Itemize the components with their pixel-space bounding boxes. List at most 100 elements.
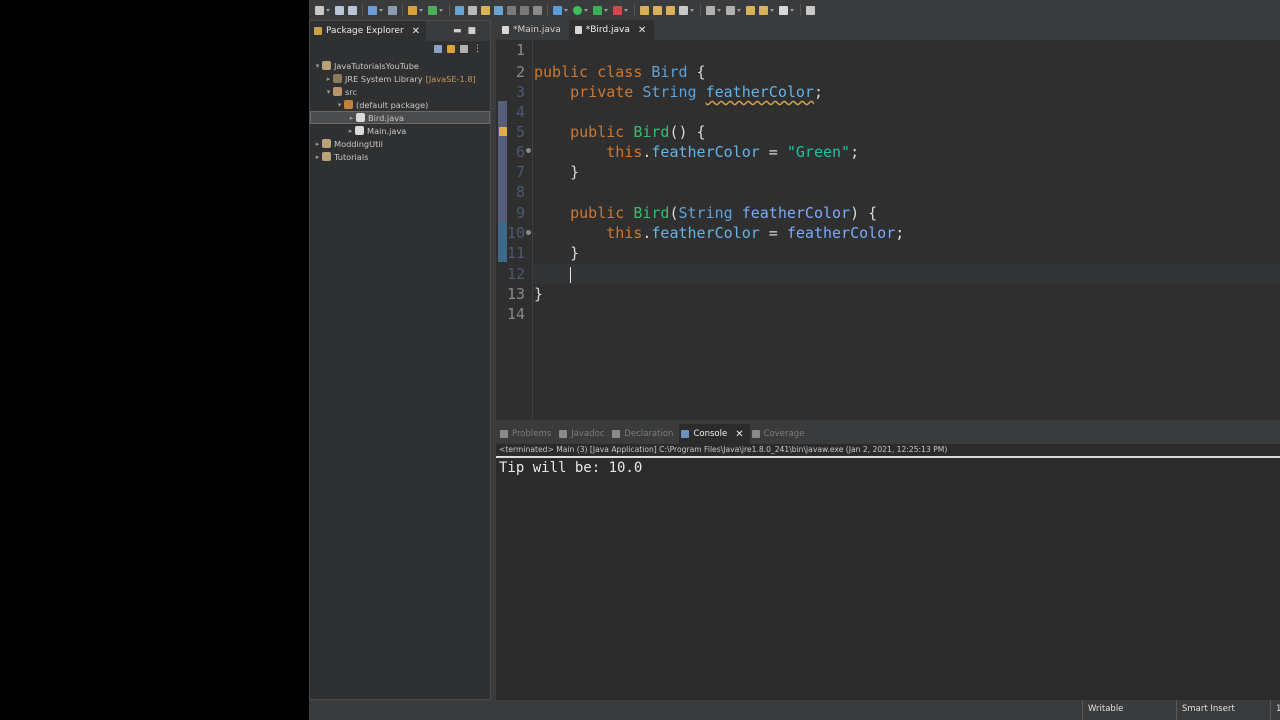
line-number: 4 bbox=[515, 103, 525, 121]
code-line-6: this.featherColor = "Green"; bbox=[606, 143, 860, 161]
show-whitespace-icon[interactable] bbox=[520, 5, 529, 15]
tab-console[interactable]: Console ✕ bbox=[679, 424, 750, 444]
new-icon[interactable] bbox=[315, 5, 324, 15]
code-area[interactable]: 1 2 3 4 5 6 7 8 9 10 11 12 13 14 public class Bird { … bbox=[496, 40, 1280, 420]
package-explorer: Package Explorer ✕ ▬■ ⋮ ▾ JavaTutorialsYo… bbox=[309, 20, 491, 700]
pilcrow-icon[interactable] bbox=[533, 5, 542, 15]
expand-toggle-icon[interactable]: ▸ bbox=[347, 114, 356, 122]
coverage-icon bbox=[751, 430, 760, 438]
view-menu-icon[interactable]: ⋮ bbox=[473, 44, 482, 54]
save-all-icon[interactable] bbox=[348, 5, 357, 15]
line-number: 10 bbox=[506, 224, 525, 242]
refresh-icon[interactable] bbox=[428, 5, 437, 15]
save-icon[interactable] bbox=[335, 5, 344, 15]
code-line-7: } bbox=[534, 163, 580, 181]
status-insert-mode[interactable]: Smart Insert bbox=[1176, 700, 1270, 720]
status-writable: Writable bbox=[1082, 700, 1176, 720]
package-icon bbox=[344, 100, 353, 109]
tab-label: Declaration bbox=[624, 429, 674, 439]
problems-icon bbox=[500, 430, 508, 438]
console-tabs: Problems Javadoc Declaration Console ✕ Covera… bbox=[496, 424, 1280, 444]
highlight-icon[interactable] bbox=[494, 5, 503, 15]
previous-annotation-icon[interactable] bbox=[726, 5, 735, 15]
line-number: 3 bbox=[515, 83, 525, 101]
expand-toggle-icon[interactable]: ▾ bbox=[313, 62, 322, 70]
tree-item-label: ModdingUtil bbox=[334, 138, 383, 149]
tab-javadoc[interactable]: Javadoc bbox=[557, 424, 610, 444]
console-output[interactable]: Tip will be: 10.0 bbox=[496, 458, 1280, 476]
close-icon[interactable]: ✕ bbox=[412, 26, 420, 37]
expand-toggle-icon[interactable]: ▾ bbox=[335, 101, 344, 109]
open-task-icon[interactable] bbox=[653, 5, 662, 15]
last-edit-icon[interactable] bbox=[746, 5, 755, 15]
tab-coverage[interactable]: Coverage bbox=[750, 424, 811, 444]
edit-icon[interactable] bbox=[481, 5, 490, 15]
project-icon bbox=[322, 152, 331, 161]
tree-item[interactable]: ▸ Bird.java bbox=[310, 111, 490, 124]
tab-package-explorer[interactable]: Package Explorer ✕ bbox=[310, 21, 427, 41]
tree-item[interactable]: ▸ Main.java bbox=[310, 124, 490, 137]
project-icon bbox=[322, 139, 331, 148]
editor-tab[interactable]: *Bird.java ✕ bbox=[568, 20, 655, 40]
link-with-editor-icon[interactable] bbox=[447, 45, 455, 53]
status-bar: Writable Smart Insert 12 bbox=[309, 700, 1280, 720]
tab-declaration[interactable]: Declaration bbox=[610, 424, 679, 444]
skip-breakpoints-icon[interactable] bbox=[388, 5, 397, 15]
search-icon[interactable] bbox=[468, 5, 477, 15]
back-icon[interactable] bbox=[759, 5, 768, 15]
annotation-icon[interactable] bbox=[666, 5, 675, 15]
forward-icon[interactable] bbox=[779, 5, 788, 15]
tree-item[interactable]: ▾ src bbox=[310, 85, 490, 98]
tree-item[interactable]: ▸ JRE System Library [JavaSE-1.8] bbox=[310, 72, 490, 85]
line-number: 9 bbox=[515, 204, 525, 222]
code-line-5: public Bird() { bbox=[570, 123, 706, 141]
new-java-project-icon[interactable] bbox=[408, 5, 417, 15]
pin-icon[interactable] bbox=[679, 5, 688, 15]
package-explorer-tabbar: Package Explorer ✕ ▬■ bbox=[310, 21, 490, 41]
expand-toggle-icon[interactable]: ▸ bbox=[313, 153, 322, 161]
open-perspective-icon[interactable] bbox=[806, 5, 815, 15]
line-number-gutter: 1 2 3 4 5 6 7 8 9 10 11 12 13 14 bbox=[496, 40, 533, 420]
expand-toggle-icon[interactable]: ▸ bbox=[324, 75, 333, 83]
debug-icon[interactable] bbox=[553, 5, 562, 15]
expand-toggle-icon[interactable]: ▸ bbox=[346, 127, 355, 135]
maximize-icon[interactable]: ■ bbox=[467, 26, 482, 36]
line-number: 6 bbox=[515, 143, 525, 161]
expand-toggle-icon[interactable]: ▸ bbox=[313, 140, 322, 148]
tree-item[interactable]: ▸ ModdingUtil bbox=[310, 137, 490, 150]
fold-icon[interactable] bbox=[526, 148, 531, 153]
open-folder-icon[interactable] bbox=[640, 5, 649, 15]
external-tools-icon[interactable] bbox=[613, 5, 622, 15]
tab-problems[interactable]: Problems bbox=[498, 424, 557, 444]
close-icon[interactable]: ✕ bbox=[638, 25, 646, 36]
expand-toggle-icon[interactable]: ▾ bbox=[324, 88, 333, 96]
tree-item-decoration: [JavaSE-1.8] bbox=[425, 73, 476, 84]
package-explorer-toolbar: ⋮ bbox=[310, 41, 490, 57]
tree-item-label: JavaTutorialsYouTube bbox=[334, 60, 419, 71]
minimize-icon[interactable]: ▬ bbox=[453, 26, 468, 36]
line-number: 8 bbox=[515, 183, 525, 201]
collapse-all-icon[interactable] bbox=[434, 45, 442, 53]
code-line-11: } bbox=[534, 244, 580, 262]
line-number: 13 bbox=[506, 285, 525, 303]
run-icon[interactable] bbox=[573, 5, 582, 15]
next-annotation-icon[interactable] bbox=[706, 5, 715, 15]
open-type-icon[interactable] bbox=[455, 5, 464, 15]
tree-item[interactable]: ▾ (default package) bbox=[310, 98, 490, 111]
terminal-icon[interactable] bbox=[368, 5, 377, 15]
focus-icon[interactable] bbox=[460, 45, 468, 53]
tree-item[interactable]: ▾ JavaTutorialsYouTube bbox=[310, 59, 490, 72]
code-line-9: public Bird(String featherColor) { bbox=[570, 204, 878, 222]
coverage-icon[interactable] bbox=[593, 5, 602, 15]
block-select-icon[interactable] bbox=[507, 5, 516, 15]
line-number: 7 bbox=[515, 163, 525, 181]
editor-tab[interactable]: *Main.java bbox=[496, 20, 569, 40]
fold-icon[interactable] bbox=[526, 230, 531, 235]
close-icon[interactable]: ✕ bbox=[735, 429, 743, 440]
view-controls: ▬■ bbox=[453, 26, 482, 36]
editor-tab-label: *Bird.java bbox=[585, 25, 630, 35]
tree-item[interactable]: ▸ Tutorials bbox=[310, 150, 490, 163]
status-cursor-position[interactable]: 12 bbox=[1270, 700, 1280, 720]
line-number: 11 bbox=[506, 244, 525, 262]
console-title: <terminated> Main (3) [Java Application]… bbox=[496, 444, 1280, 458]
